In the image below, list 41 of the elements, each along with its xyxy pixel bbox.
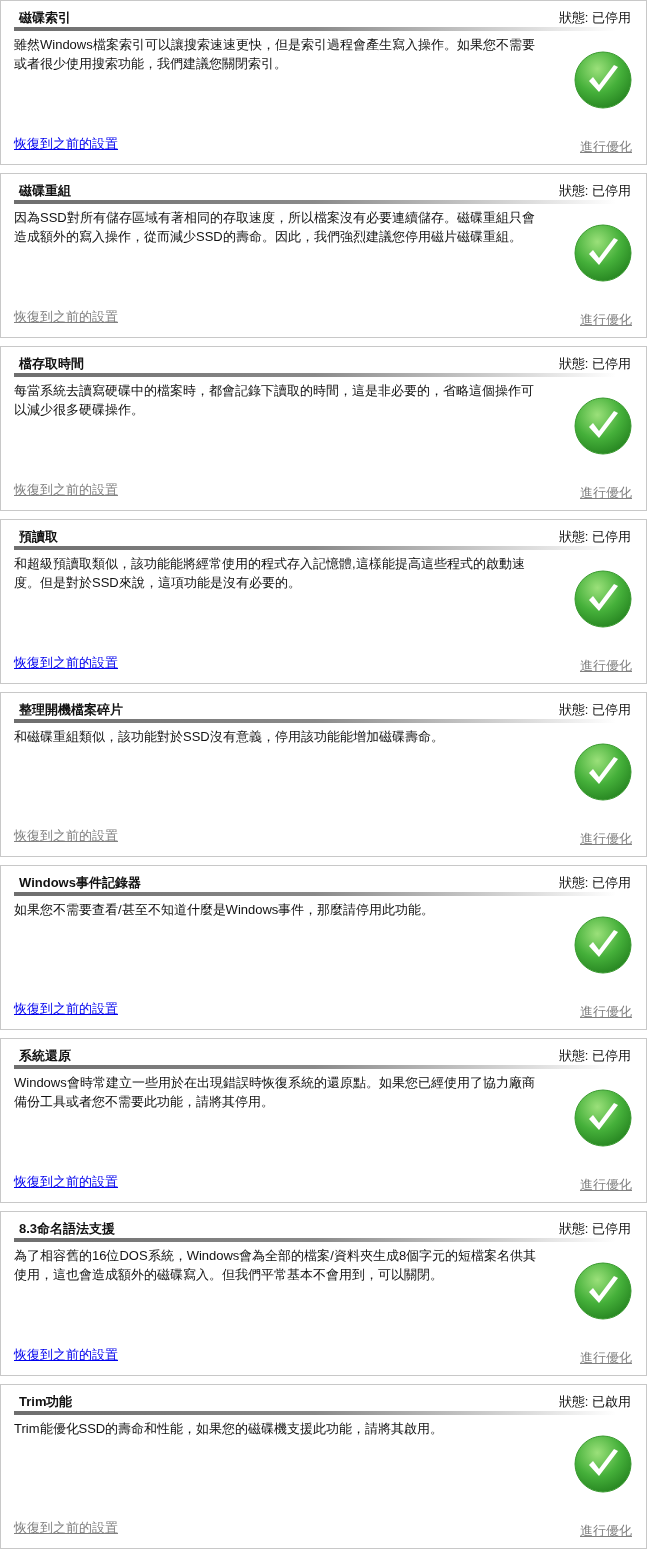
card-title: 檔存取時間 (17, 355, 84, 373)
status-text: 狀態: 已停用 (558, 701, 632, 719)
checkmark-icon (574, 1435, 632, 1493)
status-text: 狀態: 已停用 (558, 528, 632, 546)
checkmark-icon (574, 397, 632, 455)
restore-link[interactable]: 恢復到之前的設置 (14, 1345, 118, 1369)
card-title: 磁碟重組 (17, 182, 71, 200)
status-text: 狀態: 已停用 (558, 874, 632, 892)
checkmark-icon (574, 916, 632, 974)
status-text: 狀態: 已停用 (558, 182, 632, 200)
status-text: 狀態: 已停用 (558, 355, 632, 373)
description-text: 雖然Windows檔案索引可以讓搜索速速更快，但是索引過程會產生寫入操作。如果您不需要或者很少使用搜索功能，我們建議您關閉索引。 (14, 36, 536, 73)
checkmark-icon (574, 1262, 632, 1320)
restore-link[interactable]: 恢復到之前的設置 (14, 653, 118, 677)
description-text: 如果您不需要查看/甚至不知道什麼是Windows事件，那麼請停用此功能。 (14, 901, 436, 919)
description-text: 因為SSD對所有儲存區域有著相同的存取速度，所以檔案沒有必要連續儲存。磁碟重組只會造成額外的寫入操作，從而減少SSD的壽命。因此，我們強烈建議您停用磁片磁碟重組。 (14, 209, 536, 246)
card-title: 預讀取 (18, 528, 58, 546)
card-title: 8.3命名語法支援 (18, 1220, 116, 1238)
description-text: 為了相容舊的16位DOS系統，Windows會為全部的檔案/資料夾生成8個字元的短檔案名供其使用，這也會造成額外的磁碟寫入。但我們平常基本不會用到，可以關閉。 (14, 1247, 538, 1284)
checkmark-icon (574, 743, 632, 801)
description-text: Windows會時常建立一些用於在出現錯誤時恢復系統的還原點。如果您已經使用了協力廠商備份工具或者您不需要此功能，請將其停用。 (14, 1074, 536, 1111)
restore-link[interactable]: 恢復到之前的設置 (14, 134, 118, 158)
status-text: 狀態: 已停用 (558, 1220, 632, 1238)
status-text: 狀態: 已停用 (558, 9, 632, 27)
description-text: 每當系統去讀寫硬碟中的檔案時，都會記錄下讀取的時間，這是非必要的，省略這個操作可以減少很多硬碟操作。 (14, 382, 535, 419)
checkmark-icon (574, 1089, 632, 1147)
status-text: 狀態: 已停用 (558, 1047, 632, 1065)
restore-link[interactable]: 恢復到之前的設置 (14, 999, 118, 1023)
description-text: Trim能優化SSD的壽命和性能，如果您的磁碟機支援此功能，請將其啟用。 (14, 1420, 445, 1438)
card-title: 整理開機檔案碎片 (18, 701, 123, 719)
checkmark-icon (574, 224, 632, 282)
card-title: Trim功能 (18, 1393, 73, 1411)
card-title: Windows事件記錄器 (18, 874, 141, 892)
card-title: 系統還原 (18, 1047, 71, 1065)
description-text: 和磁碟重組類似，該功能對於SSD沒有意義，停用該功能能增加磁碟壽命。 (14, 728, 445, 746)
checkmark-icon (574, 570, 632, 628)
status-text: 狀態: 已啟用 (558, 1393, 632, 1411)
card-title: 磁碟索引 (17, 9, 71, 27)
checkmark-icon (574, 51, 632, 109)
description-text: 和超級預讀取類似，該功能能將經常使用的程式存入記憶體,這樣能提高這些程式的啟動速度。但是對於SSD來說，這項功能是沒有必要的。 (14, 555, 526, 592)
restore-link[interactable]: 恢復到之前的設置 (14, 1172, 118, 1196)
